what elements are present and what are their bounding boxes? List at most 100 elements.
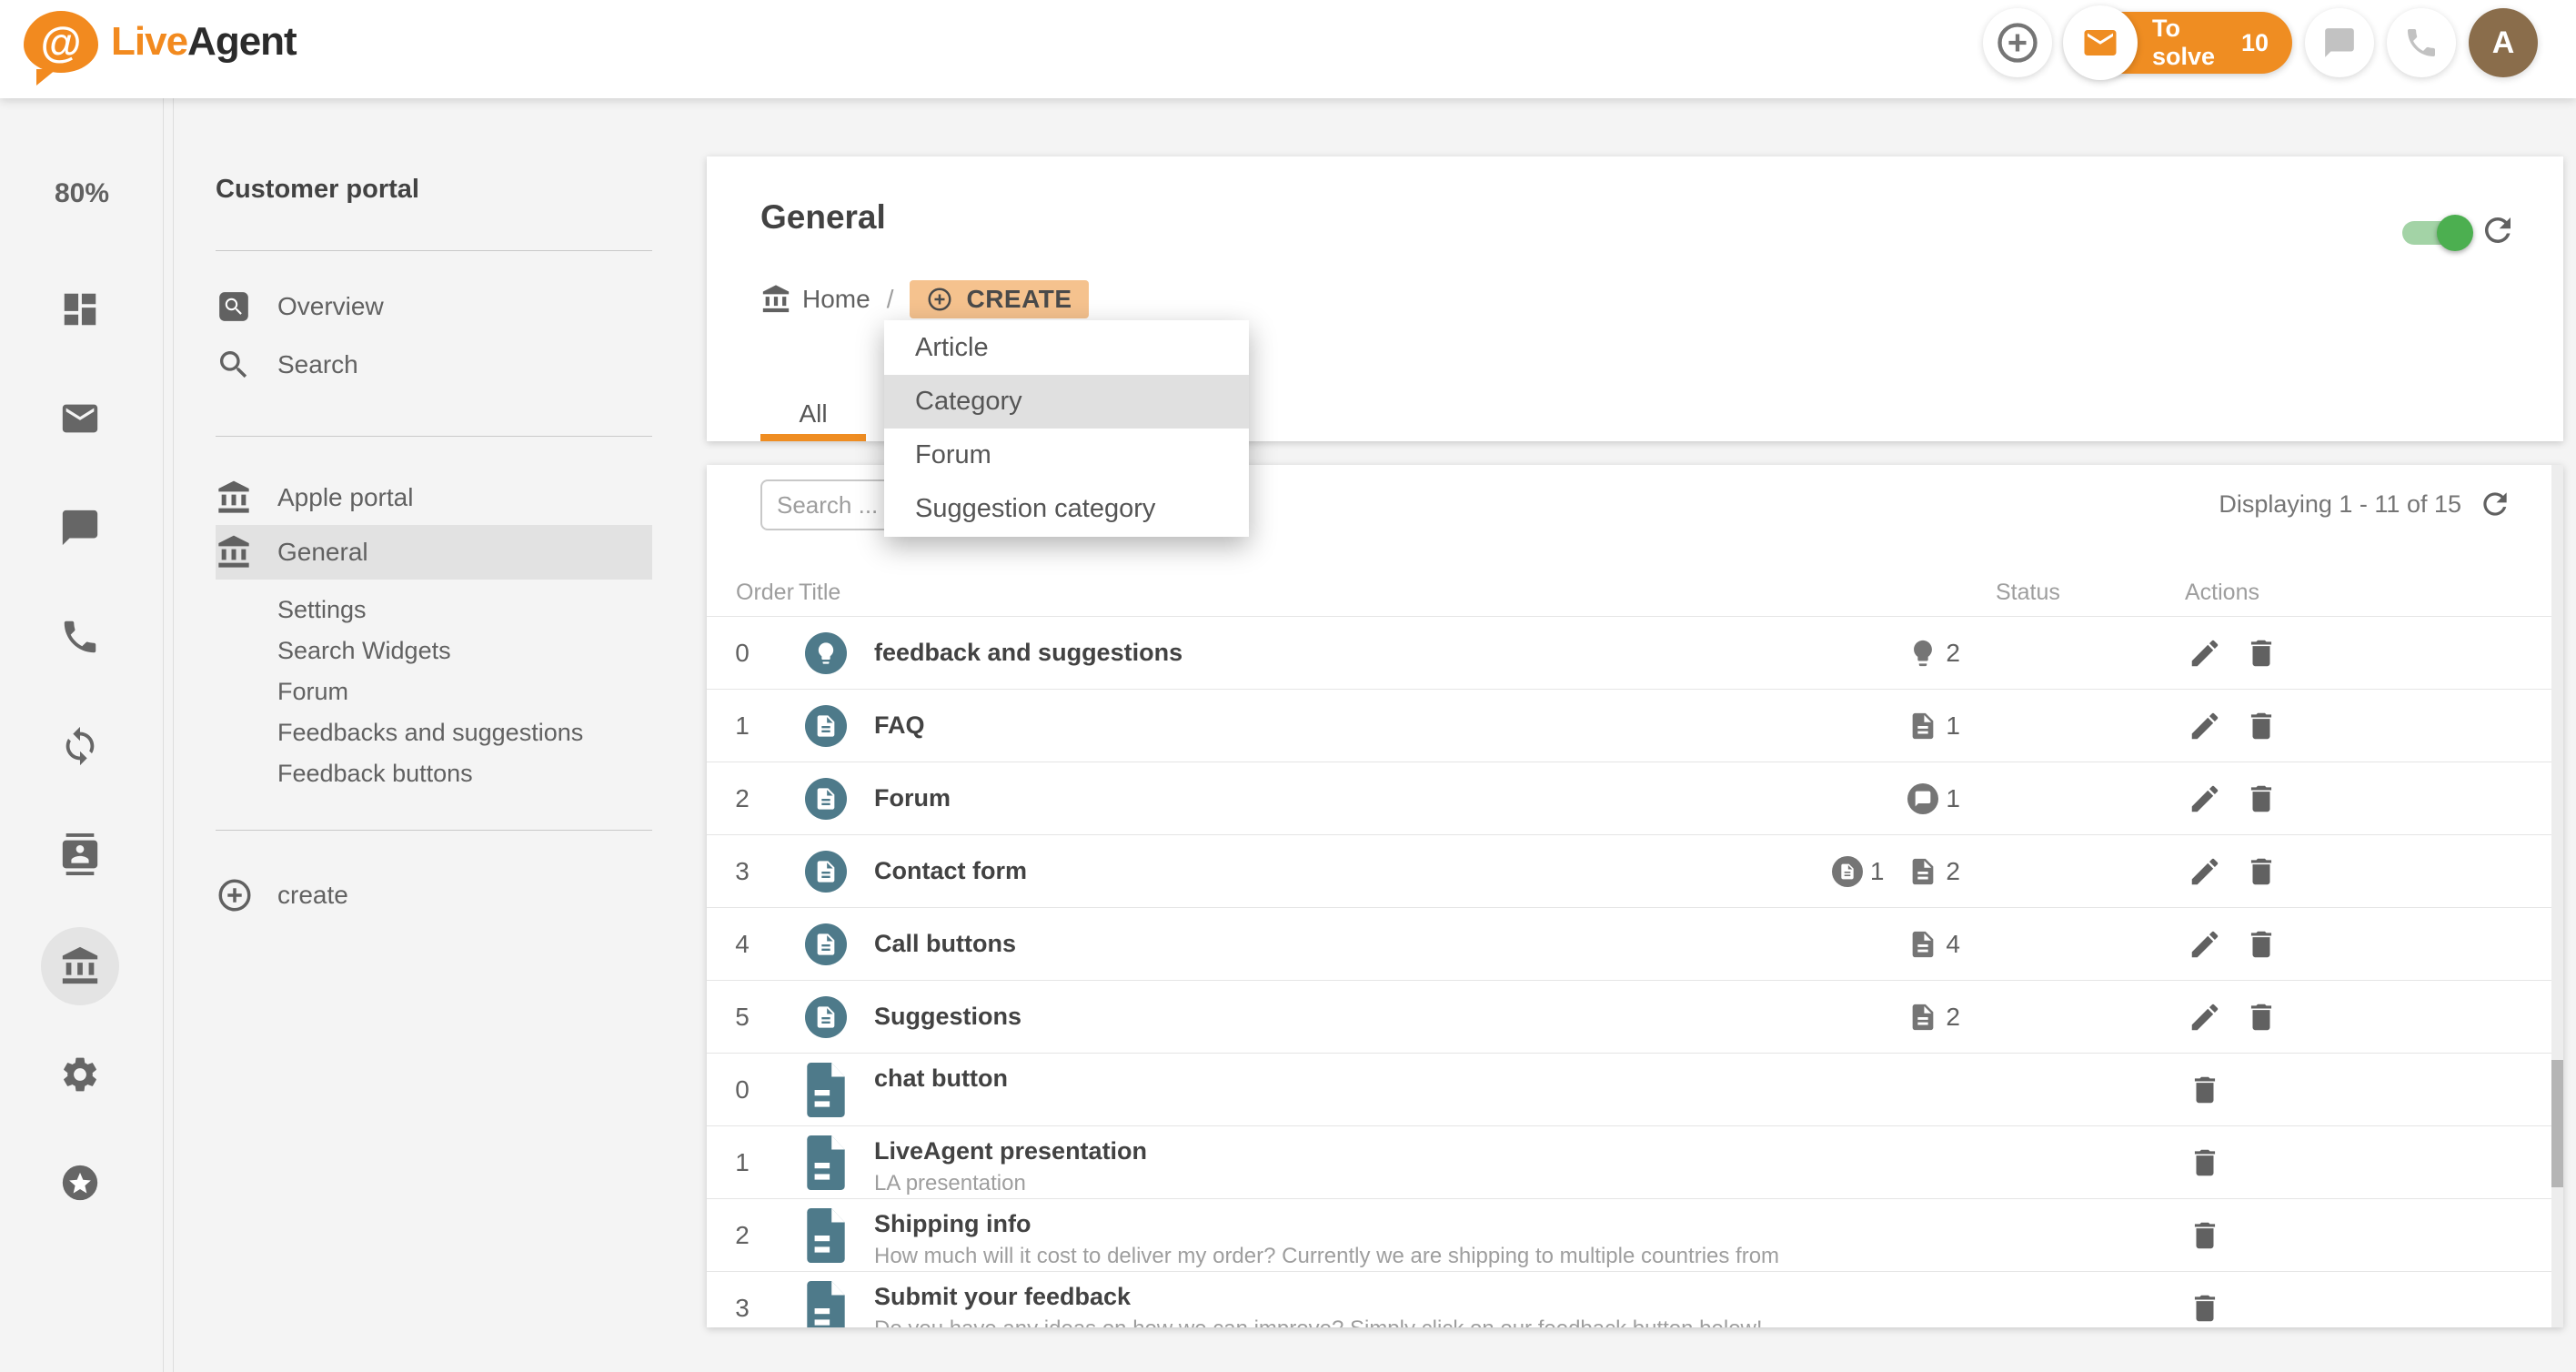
edit-button[interactable] bbox=[2188, 927, 2222, 962]
table-scrollbar[interactable] bbox=[2551, 465, 2563, 1327]
menu-item-suggestion-category[interactable]: Suggestion category bbox=[884, 482, 1249, 536]
chats-button[interactable] bbox=[2305, 8, 2374, 77]
column-header-status: Status bbox=[1996, 580, 2060, 606]
icon-rail: 80% bbox=[0, 98, 164, 1372]
column-header-title: Title bbox=[799, 580, 840, 606]
rail-item-chat[interactable] bbox=[41, 489, 119, 567]
rail-item-dashboard[interactable] bbox=[41, 270, 119, 348]
displaying-text: Displaying 1 - 11 of 15 bbox=[2219, 490, 2461, 519]
customer-portal-sidebar: Customer portal Overview Search Apple por… bbox=[174, 98, 707, 1372]
sidebar-subitem-feedbacks-and-suggestions[interactable]: Feedbacks and suggestions bbox=[174, 712, 707, 753]
row-order: 0 bbox=[707, 639, 778, 668]
edit-button[interactable] bbox=[2188, 709, 2222, 743]
rail-item-sync[interactable] bbox=[41, 707, 119, 785]
rail-item-mail[interactable] bbox=[41, 379, 119, 458]
bank-icon bbox=[59, 945, 101, 987]
edit-button[interactable] bbox=[2188, 1000, 2222, 1034]
refresh-icon[interactable] bbox=[2478, 487, 2512, 521]
chat-icon bbox=[59, 507, 101, 549]
edit-button[interactable] bbox=[2188, 854, 2222, 889]
portal-enabled-toggle[interactable] bbox=[2402, 221, 2453, 245]
rail-item-star[interactable] bbox=[41, 1144, 119, 1222]
delete-button[interactable] bbox=[2244, 1000, 2279, 1034]
avatar[interactable]: A bbox=[2469, 8, 2538, 77]
sidebar-title: Customer portal bbox=[216, 175, 419, 205]
table-row[interactable]: 3Contact form12 bbox=[707, 834, 2563, 907]
rail-item-bank[interactable] bbox=[41, 927, 119, 1005]
row-status: 2 bbox=[1781, 1002, 2163, 1033]
plus-circle-icon bbox=[216, 876, 254, 914]
menu-item-article[interactable]: Article bbox=[884, 321, 1249, 375]
sidebar-item-general[interactable]: General bbox=[216, 525, 652, 580]
sidebar-item-apple-portal[interactable]: Apple portal bbox=[174, 470, 707, 525]
liveagent-logo[interactable]: @ LiveAgent bbox=[24, 11, 297, 73]
calls-button[interactable] bbox=[2387, 8, 2456, 77]
breadcrumb-home[interactable]: Home bbox=[802, 285, 870, 314]
delete-button[interactable] bbox=[2244, 927, 2279, 962]
sidebar-divider bbox=[216, 830, 652, 831]
plus-circle-icon bbox=[1994, 19, 2041, 66]
sidebar-item-label: Search bbox=[277, 350, 358, 379]
row-title: feedback and suggestions bbox=[874, 639, 1781, 667]
table-row[interactable]: 0 feedback and suggestions2 bbox=[707, 616, 2563, 689]
sidebar-subitem-settings[interactable]: Settings bbox=[174, 590, 707, 631]
contacts-icon bbox=[59, 833, 101, 875]
table-row[interactable]: 0chat button bbox=[707, 1053, 2563, 1125]
table-row[interactable]: 2Shipping infoHow much will it cost to d… bbox=[707, 1198, 2563, 1271]
rail-item-gear[interactable] bbox=[41, 1035, 119, 1114]
sidebar-divider bbox=[216, 436, 652, 437]
create-label: create bbox=[277, 881, 348, 910]
to-solve-count: 10 bbox=[2241, 29, 2269, 57]
edit-button[interactable] bbox=[2188, 782, 2222, 816]
add-new-button[interactable] bbox=[1983, 8, 2052, 77]
doc-circle-icon bbox=[805, 778, 847, 820]
sidebar-item-search[interactable]: Search bbox=[174, 336, 707, 394]
menu-item-forum[interactable]: Forum bbox=[884, 429, 1249, 482]
table-row[interactable]: 3Submit your feedbackDo you have any ide… bbox=[707, 1271, 2563, 1327]
rail-item-phone[interactable] bbox=[41, 598, 119, 676]
delete-button[interactable] bbox=[2188, 1145, 2222, 1180]
table-row[interactable]: 4Call buttons4 bbox=[707, 907, 2563, 980]
status-count: 1 bbox=[1946, 711, 1960, 741]
delete-button[interactable] bbox=[2188, 1218, 2222, 1253]
delete-button[interactable] bbox=[2188, 1073, 2222, 1107]
delete-button[interactable] bbox=[2244, 782, 2279, 816]
edit-button[interactable] bbox=[2188, 636, 2222, 671]
tab-all[interactable]: All bbox=[760, 387, 866, 441]
rail-item-contacts[interactable] bbox=[41, 815, 119, 893]
delete-button[interactable] bbox=[2188, 1291, 2222, 1326]
menu-item-category[interactable]: Category bbox=[884, 375, 1249, 429]
overview-icon bbox=[216, 288, 252, 325]
create-dropdown-menu: ArticleCategoryForumSuggestion category bbox=[884, 320, 1249, 537]
table-scrollbar-thumb[interactable] bbox=[2551, 1060, 2563, 1187]
sidebar-subitem-search-widgets[interactable]: Search Widgets bbox=[174, 631, 707, 671]
sidebar-item-create[interactable]: create bbox=[174, 866, 707, 924]
sidebar-subitem-feedback-buttons[interactable]: Feedback buttons bbox=[174, 753, 707, 794]
table-row[interactable]: 1LiveAgent presentationLA presentation bbox=[707, 1125, 2563, 1198]
table-row[interactable]: 2Forum1 bbox=[707, 762, 2563, 834]
article-page-icon bbox=[803, 1135, 849, 1190]
sidebar-item-overview[interactable]: Overview bbox=[174, 277, 707, 336]
delete-button[interactable] bbox=[2244, 709, 2279, 743]
delete-button[interactable] bbox=[2244, 636, 2279, 671]
active-tab-underline bbox=[760, 434, 866, 441]
breadcrumb-separator: / bbox=[887, 285, 894, 314]
status-count: 2 bbox=[1946, 1003, 1960, 1032]
tab-all-label: All bbox=[799, 399, 827, 429]
sidebar-subitem-forum[interactable]: Forum bbox=[174, 671, 707, 712]
row-subtitle: LA presentation bbox=[874, 1171, 1781, 1196]
row-order: 3 bbox=[707, 857, 778, 886]
table-row[interactable]: 5Suggestions2 bbox=[707, 980, 2563, 1053]
status-count: 1 bbox=[1870, 857, 1885, 886]
to-solve-button[interactable]: To solve 10 bbox=[2067, 12, 2292, 74]
table-row[interactable]: 1FAQ1 bbox=[707, 689, 2563, 762]
row-title: Suggestions bbox=[874, 1003, 1781, 1031]
create-button[interactable]: CREATE bbox=[910, 280, 1088, 318]
delete-button[interactable] bbox=[2244, 854, 2279, 889]
refresh-icon[interactable] bbox=[2479, 211, 2517, 249]
to-solve-mail-badge bbox=[2063, 5, 2138, 80]
row-status: 2 bbox=[1781, 638, 2163, 669]
sidebar-divider bbox=[216, 250, 652, 251]
bank-icon bbox=[760, 284, 791, 315]
breadcrumb: Home / CREATE bbox=[760, 279, 1089, 319]
